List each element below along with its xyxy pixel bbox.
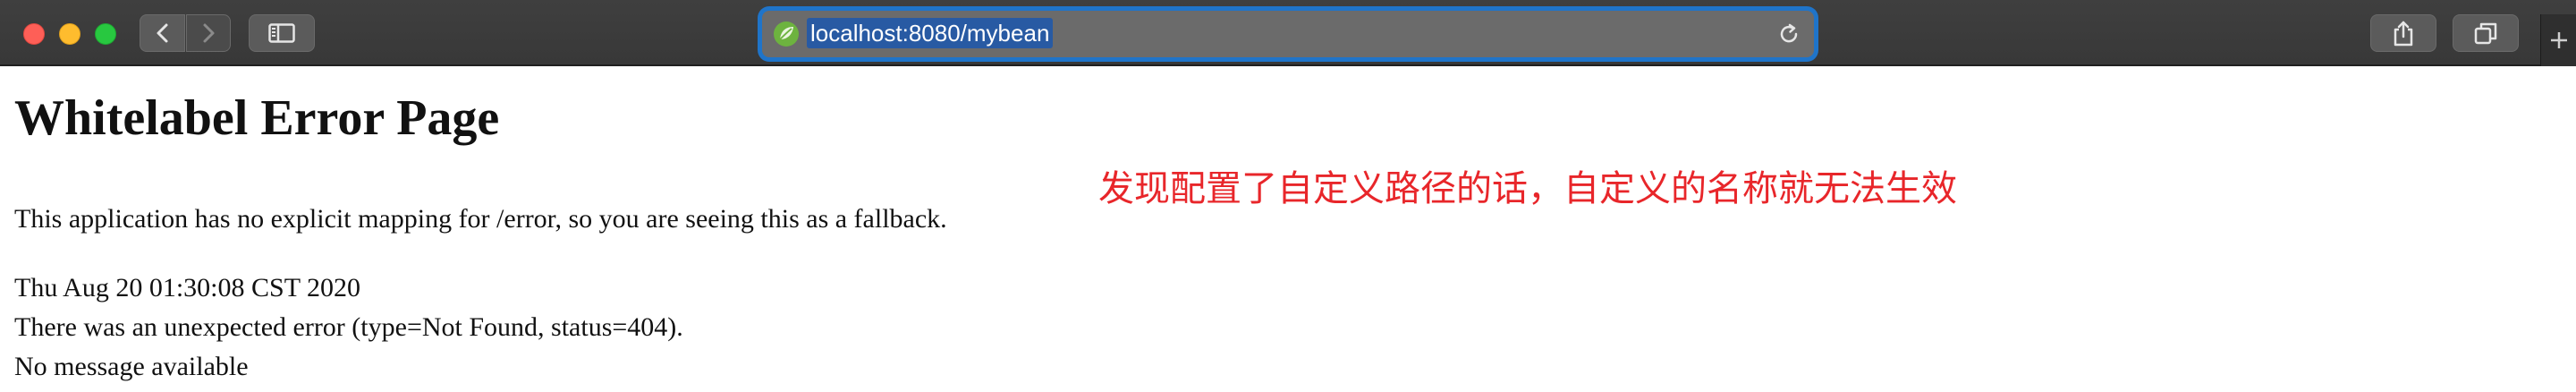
share-button[interactable] [2370, 14, 2436, 52]
error-description: This application has no explicit mapping… [14, 204, 947, 234]
sidebar-toggle-button[interactable] [249, 14, 315, 52]
zoom-window-button[interactable] [95, 23, 116, 45]
error-timestamp: Thu Aug 20 01:30:08 CST 2020 [14, 273, 360, 303]
back-chevron-icon [157, 23, 167, 43]
error-status-line: There was an unexpected error (type=Not … [14, 312, 683, 342]
reload-icon[interactable] [1776, 21, 1801, 47]
close-window-button[interactable] [23, 23, 45, 45]
forward-button[interactable] [186, 14, 231, 52]
tabs-icon [2474, 22, 2497, 45]
error-message: No message available [14, 352, 249, 381]
address-bar[interactable]: localhost:8080/mybean [762, 11, 1814, 57]
browser-toolbar: localhost:8080/mybean [0, 0, 2576, 66]
share-icon [2394, 21, 2413, 47]
tab-overview-button[interactable] [2453, 14, 2519, 52]
minimize-window-button[interactable] [59, 23, 80, 45]
url-text[interactable]: localhost:8080/mybean [807, 18, 1054, 48]
new-tab-button[interactable] [2540, 14, 2576, 66]
back-button[interactable] [140, 14, 185, 52]
annotation-text: 发现配置了自定义路径的话，自定义的名称就无法生效 [1098, 168, 1957, 209]
spring-leaf-icon [774, 21, 799, 47]
plus-icon [2550, 32, 2567, 48]
sidebar-icon [268, 23, 295, 43]
forward-chevron-icon [203, 23, 215, 43]
page-title: Whitelabel Error Page [14, 90, 500, 146]
